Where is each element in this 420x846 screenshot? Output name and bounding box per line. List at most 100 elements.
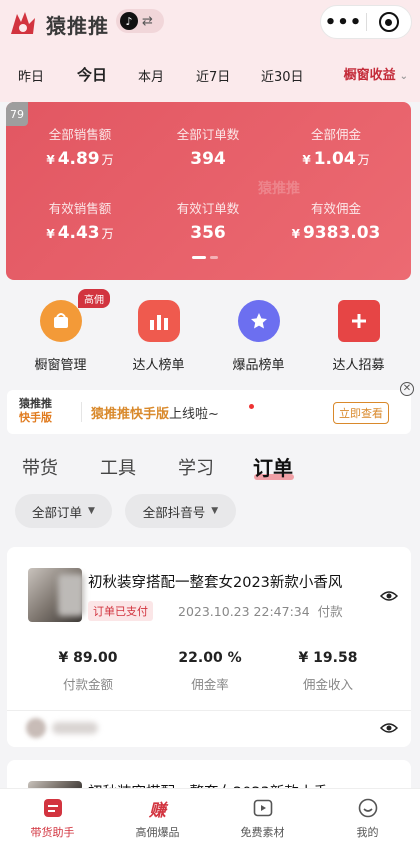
app-title: 猿推推 (46, 14, 109, 38)
feature-label: 达人榜单 (132, 358, 185, 373)
metric-commission-income: ¥ 19.58 佣金收入 (278, 650, 378, 693)
tab-last-7-days[interactable]: 近7日 (196, 66, 230, 85)
tab-last-30-days[interactable]: 近30日 (261, 66, 304, 85)
nav-label: 高佣爆品 (135, 826, 180, 839)
earn-icon: 赚 (149, 800, 166, 821)
shopping-bag-icon (39, 300, 82, 342)
stat-total-sales: 全部销售额 ¥4.89 万 (20, 124, 140, 169)
chevron-down-icon: ▼ (88, 506, 95, 516)
metric-value: 22.00 % (178, 650, 242, 666)
buyer-name-blurred (52, 722, 98, 734)
notice-divider (81, 402, 82, 422)
metric-paid-amount: ¥ 89.00 付款金额 (38, 650, 138, 693)
metric-label: 佣金收入 (302, 677, 353, 692)
new-dot (249, 404, 254, 409)
mini-program-capsule: ••• (320, 5, 412, 39)
feature-shortcuts: 橱窗管理 高佣 达人榜单 爆品榜单 达人招募 (0, 286, 420, 382)
bottom-navigation: 带货助手 赚 高佣爆品 免费素材 我的 (0, 788, 420, 846)
stat-valid-sales: 有效销售额 ¥4.43 万 (20, 198, 140, 243)
nav-profile[interactable]: 我的 (315, 789, 420, 840)
more-icon[interactable]: ••• (321, 12, 366, 33)
chevron-down-icon: ▼ (211, 506, 219, 516)
announcement-banner[interactable]: 猿推推 快手版 猿推推快手版上线啦~ 立即查看 (7, 390, 411, 434)
notice-text: 猿推推快手版上线啦~ (91, 407, 219, 422)
nav-selling-assistant[interactable]: 带货助手 (0, 789, 105, 840)
order-status-badge: 订单已支付 (88, 601, 153, 621)
card-divider (7, 710, 411, 711)
account-filter-dropdown[interactable]: 全部抖音号 ▼ (125, 494, 236, 528)
date-range-tabs: 昨日 今日 本月 近7日 近30日 橱窗收益 ⌄ (0, 46, 420, 102)
account-switch-button[interactable]: ♪ ⇄ (116, 9, 164, 33)
metric-value: ¥ 89.00 (58, 650, 118, 666)
feature-influencer-ranking[interactable]: 达人榜单 (106, 286, 211, 373)
nav-label: 我的 (356, 826, 379, 839)
metric-select[interactable]: 橱窗收益 ⌄ (344, 64, 408, 83)
corner-badge: 79 (6, 102, 28, 126)
tab-tools[interactable]: 工具 (100, 454, 136, 480)
stat-value: ¥1.04 万 (302, 149, 370, 169)
filter-label: 全部抖音号 (142, 504, 206, 520)
feature-label: 爆品榜单 (232, 358, 285, 373)
stat-total-orders: 全部订单数 394 (148, 124, 268, 169)
nav-label: 带货助手 (30, 826, 75, 839)
add-recruit-icon (337, 300, 380, 342)
nav-high-commission[interactable]: 赚 高佣爆品 (105, 789, 210, 840)
nav-label: 免费素材 (240, 826, 285, 839)
medal-star-icon (237, 300, 280, 342)
stat-label: 有效销售额 (48, 201, 112, 216)
close-icon[interactable]: ✕ (400, 382, 414, 396)
nav-free-materials[interactable]: 免费素材 (210, 789, 315, 840)
metric-value: ¥ 19.58 (298, 650, 358, 666)
order-product-title: 初秋装穿搭配一整套女2023新款小香风 (88, 575, 343, 591)
metric-label: 付款金额 (62, 677, 113, 692)
stat-value: ¥9383.03 (291, 223, 381, 243)
stat-value: 356 (190, 223, 226, 243)
stat-label: 有效订单数 (176, 201, 240, 216)
target-close-icon[interactable] (367, 12, 411, 32)
stat-value: 394 (190, 149, 226, 169)
feature-hot-product-ranking[interactable]: 爆品榜单 (206, 286, 311, 373)
product-thumbnail-blur (58, 574, 84, 616)
filter-label: 全部订单 (32, 504, 83, 520)
stat-label: 全部销售额 (48, 127, 112, 142)
stat-label: 全部佣金 (310, 127, 361, 142)
notice-logo: 猿推推 快手版 (19, 397, 52, 424)
stat-valid-commission: 有效佣金 ¥9383.03 (276, 198, 396, 243)
smile-face-icon (357, 797, 379, 819)
stat-label: 全部订单数 (176, 127, 240, 142)
tab-this-month[interactable]: 本月 (138, 66, 164, 85)
stat-value: ¥4.43 万 (46, 223, 114, 243)
play-video-icon (252, 797, 274, 819)
stat-valid-orders: 有效订单数 356 (148, 198, 268, 243)
tiktok-icon: ♪ (120, 12, 138, 30)
swap-icon: ⇄ (142, 13, 153, 29)
bar-chart-icon (137, 300, 180, 342)
assistant-icon (42, 797, 64, 819)
order-filter-dropdown[interactable]: 全部订单 ▼ (15, 494, 112, 528)
feature-label: 橱窗管理 (34, 358, 87, 373)
tab-selling[interactable]: 带货 (22, 454, 58, 480)
stat-total-commission: 全部佣金 ¥1.04 万 (276, 124, 396, 169)
eye-icon[interactable] (380, 590, 398, 602)
stats-card: 79 猿推推 全部销售额 ¥4.89 万 全部订单数 394 全部佣金 ¥1.04… (6, 102, 411, 280)
eye-icon[interactable] (380, 722, 398, 734)
metric-commission-rate: 22.00 % 佣金率 (160, 650, 260, 693)
feature-influencer-recruit[interactable]: 达人招募 (306, 286, 411, 373)
tab-orders[interactable]: 订单 (253, 452, 293, 481)
stat-label: 有效佣金 (310, 201, 361, 216)
feature-window-management[interactable]: 橱窗管理 高佣 (8, 286, 113, 373)
app-header: 猿推推 ♪ ⇄ ••• (0, 0, 420, 46)
metric-select-label: 橱窗收益 (343, 68, 396, 83)
monkey-logo-icon (11, 12, 35, 34)
metric-label: 佣金率 (191, 677, 229, 692)
feature-label: 达人招募 (332, 358, 385, 373)
buyer-avatar (26, 718, 46, 738)
tab-learning[interactable]: 学习 (178, 454, 214, 480)
stat-value: ¥4.89 万 (46, 149, 114, 169)
tab-today[interactable]: 今日 (77, 64, 107, 85)
view-now-button[interactable]: 立即查看 (333, 402, 389, 424)
tab-yesterday[interactable]: 昨日 (18, 66, 44, 85)
chevron-down-icon: ⌄ (399, 71, 408, 82)
order-time: 2023.10.23 22:47:34 付款 (178, 604, 343, 619)
carousel-indicator (192, 256, 218, 259)
